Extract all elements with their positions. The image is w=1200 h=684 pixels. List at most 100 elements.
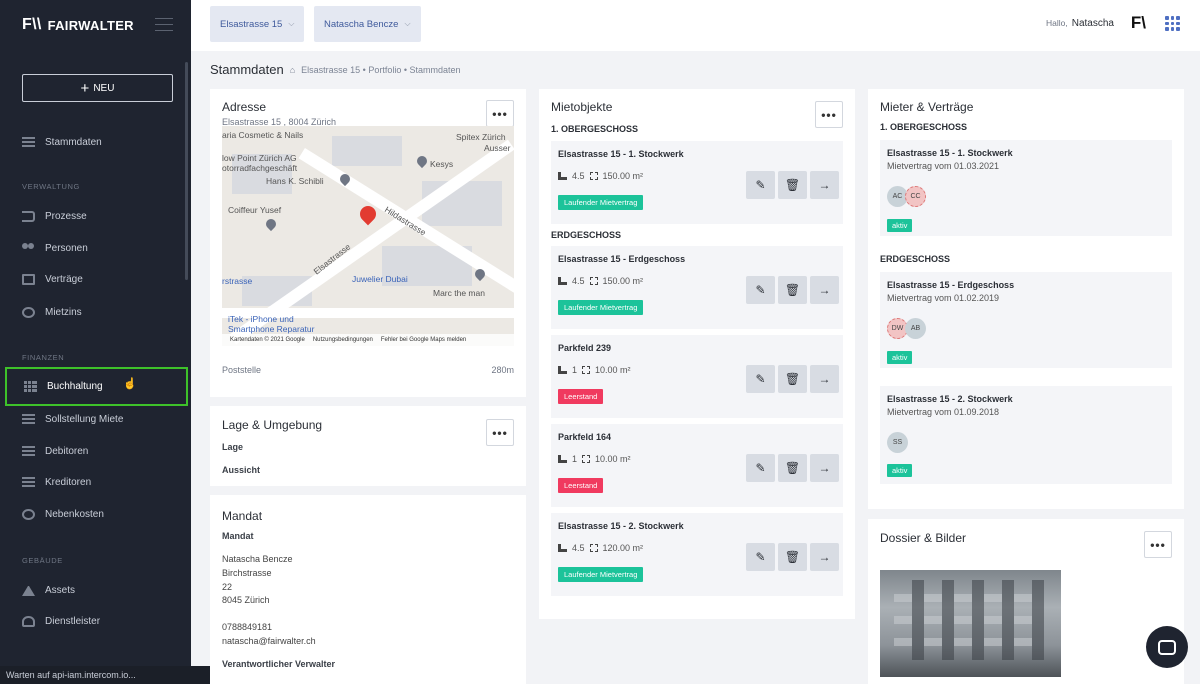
unit-name: Elsastrasse 15 - Erdgeschoss	[558, 254, 686, 264]
unit-name: Parkfeld 239	[558, 343, 612, 353]
avatar[interactable]: CC	[905, 186, 926, 207]
sidebar-item-personen[interactable]: Personen	[22, 239, 88, 257]
mandate-name: Natascha Bencze	[222, 554, 293, 564]
unit-meta: 1 10.00 m²	[558, 454, 631, 464]
arrow-right-icon[interactable]: →	[810, 171, 839, 199]
dossier-card: Dossier & Bilder •••	[868, 519, 1184, 684]
coin-icon	[22, 306, 35, 318]
ledger-icon	[24, 381, 37, 392]
home-icon[interactable]: ⌂	[290, 65, 295, 75]
contract-card[interactable]: Elsastrasse 15 - 2. Stockwerk Mietvertra…	[880, 386, 1172, 484]
mandate-title: Mandat	[222, 509, 263, 523]
chevron-down-icon: ⌵	[404, 19, 411, 28]
owner-selector[interactable]: Natascha Bencze ⌵	[314, 6, 421, 42]
top-bar: Elsastrasse 15 ⌵ Natascha Bencze ⌵ Hallo, N…	[191, 0, 1200, 51]
sidebar-scrollbar[interactable]	[185, 62, 188, 280]
room-icon	[558, 366, 567, 374]
section-verwaltung: VERWALTUNG	[22, 182, 80, 191]
edit-icon[interactable]: ✎	[746, 171, 775, 199]
user-greeting[interactable]: Hallo, Natascha	[1046, 18, 1114, 29]
area-icon	[589, 277, 598, 285]
process-icon	[22, 210, 35, 222]
status-badge: Leerstand	[558, 389, 604, 404]
arrow-right-icon[interactable]: →	[810, 454, 839, 482]
manager-label: Verantwortlicher Verwalter	[222, 659, 336, 669]
poststelle-distance: 280m	[491, 365, 514, 375]
sidebar: F\\ FAIRWALTER + NEU Stammdaten VERWALTUNG…	[0, 0, 191, 684]
dossier-more-button[interactable]: •••	[1144, 531, 1172, 558]
page-title: Stammdaten	[210, 62, 284, 77]
contract-date: Mietvertrag vom 01.02.2019	[887, 293, 1000, 303]
sidebar-item-mietzins[interactable]: Mietzins	[22, 303, 82, 321]
sidebar-item-dienstleister[interactable]: Dienstleister	[22, 612, 100, 630]
poststelle-label: Poststelle	[222, 365, 262, 375]
edit-icon[interactable]: ✎	[746, 543, 775, 571]
mandate-email[interactable]: natascha@fairwalter.ch	[222, 636, 316, 646]
trash-icon[interactable]: 🗑	[778, 171, 807, 199]
map-poi-pin-icon[interactable]	[263, 216, 279, 232]
menu-toggle-icon[interactable]	[155, 18, 173, 36]
map-poi-pin-icon[interactable]	[414, 153, 430, 169]
mandate-phone[interactable]: 0788849181	[222, 622, 272, 632]
brand-mark-icon: F\	[1130, 13, 1146, 32]
sidebar-item-stammdaten[interactable]: Stammdaten	[22, 133, 102, 151]
rental-units-more-button[interactable]: •••	[815, 101, 843, 128]
address-title: Adresse	[222, 100, 267, 114]
location-more-button[interactable]: •••	[486, 419, 514, 446]
status-badge: Laufender Mietvertrag	[558, 300, 644, 315]
contract-card[interactable]: Elsastrasse 15 - 1. Stockwerk Mietvertra…	[880, 140, 1172, 236]
area-icon	[589, 544, 598, 552]
aussicht-label: Aussicht	[222, 465, 261, 475]
trash-icon[interactable]: 🗑	[778, 454, 807, 482]
avatar[interactable]: AB	[905, 318, 926, 339]
property-selector[interactable]: Elsastrasse 15 ⌵	[210, 6, 305, 42]
sidebar-item-nebenkosten[interactable]: Nebenkosten	[22, 505, 104, 523]
arrow-right-icon[interactable]: →	[810, 276, 839, 304]
trash-icon[interactable]: 🗑	[778, 276, 807, 304]
map[interactable]: aria Cosmetic & Nails Spitex Zürich Auss…	[222, 126, 514, 346]
edit-icon[interactable]: ✎	[746, 365, 775, 393]
trash-icon[interactable]: 🗑	[778, 543, 807, 571]
rental-unit-card[interactable]: Elsastrasse 15 - 2. Stockwerk 4.5 120.00 …	[551, 513, 843, 596]
rental-unit-card[interactable]: Elsastrasse 15 - 1. Stockwerk 4.5 150.00 …	[551, 141, 843, 224]
status-badge: aktiv	[887, 351, 913, 364]
sidebar-item-assets[interactable]: Assets	[22, 581, 75, 599]
contract-date: Mietvertrag vom 01.03.2021	[887, 161, 1000, 171]
sidebar-item-buchhaltung[interactable]: Buchhaltung ☝	[5, 367, 188, 406]
contract-name: Elsastrasse 15 - 2. Stockwerk	[887, 394, 1013, 404]
rental-unit-card[interactable]: Elsastrasse 15 - Erdgeschoss 4.5 150.00 m…	[551, 246, 843, 329]
rental-unit-card[interactable]: Parkfeld 164 1 10.00 m² Leerstand ✎ 🗑 →	[551, 424, 843, 507]
logo[interactable]: F\\ FAIRWALTER	[22, 16, 134, 34]
edit-icon[interactable]: ✎	[746, 276, 775, 304]
chat-icon	[1158, 639, 1176, 655]
sidebar-item-vertraege[interactable]: Verträge	[22, 270, 83, 288]
sidebar-item-kreditoren[interactable]: Kreditoren	[22, 473, 91, 491]
contract-date: Mietvertrag vom 01.09.2018	[887, 407, 1000, 417]
address-more-button[interactable]: •••	[486, 100, 514, 127]
trash-icon[interactable]: 🗑	[778, 365, 807, 393]
pointer-cursor-icon: ☝	[123, 378, 137, 390]
sidebar-item-debitoren[interactable]: Debitoren	[22, 442, 88, 460]
sidebar-item-prozesse[interactable]: Prozesse	[22, 207, 87, 225]
costs-icon	[22, 508, 35, 520]
contract-card[interactable]: Elsastrasse 15 - Erdgeschoss Mietvertrag…	[880, 272, 1172, 368]
arrow-right-icon[interactable]: →	[810, 543, 839, 571]
arrow-right-icon[interactable]: →	[810, 365, 839, 393]
sidebar-item-sollstellung[interactable]: Sollstellung Miete	[22, 410, 123, 428]
status-badge: aktiv	[887, 464, 913, 477]
rental-units-card: Mietobjekte ••• 1. OBERGESCHOSS Elsastra…	[539, 89, 855, 619]
address-card: Adresse Elsastrasse 15 , 8004 Zürich •••…	[210, 89, 526, 397]
contract-icon	[22, 273, 35, 285]
lage-label: Lage	[222, 442, 244, 452]
room-icon	[558, 172, 567, 180]
section-finanzen: FINANZEN	[22, 353, 65, 362]
avatar[interactable]: SS	[887, 432, 908, 453]
breadcrumb-path[interactable]: Elsastrasse 15 • Portfolio • Stammdaten	[301, 65, 460, 75]
apps-grid-icon[interactable]	[1165, 16, 1180, 31]
building-photo[interactable]	[880, 570, 1061, 677]
edit-icon[interactable]: ✎	[746, 454, 775, 482]
chat-launcher-button[interactable]	[1146, 626, 1188, 668]
rental-unit-card[interactable]: Parkfeld 239 1 10.00 m² Leerstand ✎ 🗑 →	[551, 335, 843, 418]
building-icon	[22, 585, 35, 596]
new-button[interactable]: + NEU	[22, 74, 173, 102]
